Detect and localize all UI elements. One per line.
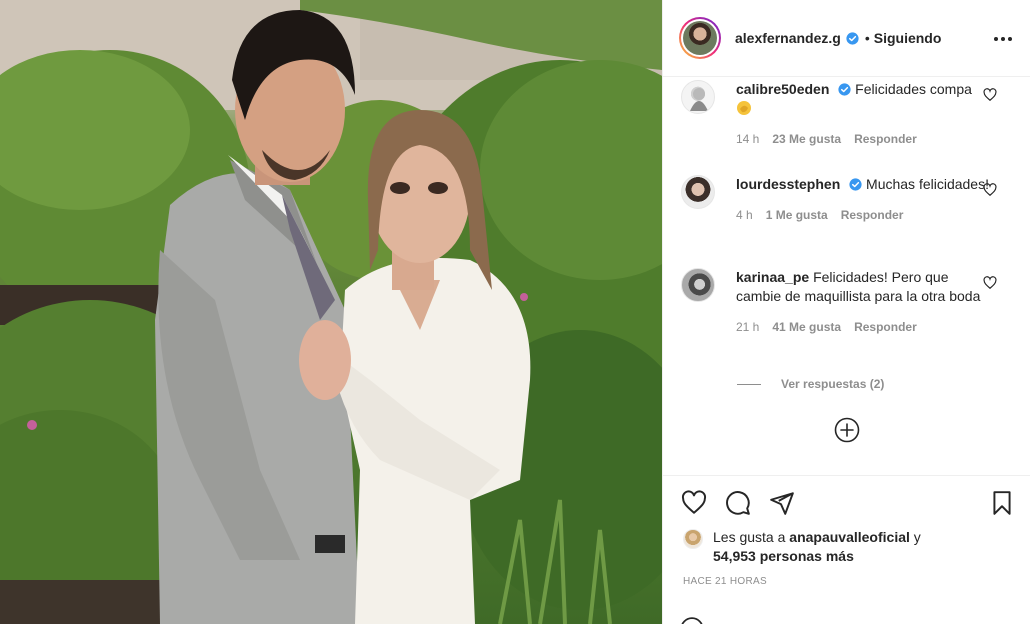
comment-likes[interactable]: 23 Me gusta [772, 130, 841, 149]
likes-prefix: Les gusta a [713, 529, 786, 545]
liker-username[interactable]: anapauvalleoficial [789, 529, 910, 545]
liker-avatar[interactable] [683, 529, 703, 549]
post-timestamp[interactable]: HACE 21 HORAS [683, 576, 767, 587]
comment-time: 21 h [736, 320, 760, 334]
view-replies-label: Ver respuestas (2) [781, 377, 885, 391]
clapping-hands-emoji-icon [737, 101, 751, 115]
post-actions: Les gusta a anapauvalleoficial y 54,953 … [663, 475, 1030, 624]
likes-others-link[interactable]: 54,953 personas más [713, 548, 854, 564]
likes-summary: Les gusta a anapauvalleoficial y 54,953 … [683, 528, 1013, 566]
comment-time: 4 h [736, 208, 753, 222]
comment-username[interactable]: lourdesstephen [736, 176, 840, 192]
comment-text: Muchas felicidades! [866, 176, 989, 192]
verified-badge-icon [838, 83, 851, 96]
like-comment-heart-icon[interactable] [983, 276, 997, 290]
post-header: alexfernandez.g • Siguiendo [663, 0, 1030, 77]
post-side-panel: alexfernandez.g • Siguiendo calibre50ede… [662, 0, 1030, 624]
comment-bubble-icon[interactable] [725, 490, 751, 516]
commenter-avatar[interactable] [681, 268, 715, 302]
commenter-avatar[interactable] [681, 175, 715, 209]
like-comment-heart-icon[interactable] [983, 88, 997, 102]
reply-button[interactable]: Responder [854, 130, 917, 149]
following-button[interactable]: Siguiendo [874, 30, 942, 46]
reply-button[interactable]: Responder [841, 206, 904, 225]
author-username[interactable]: alexfernandez.g [735, 30, 841, 46]
emoji-smiley-icon[interactable] [679, 616, 705, 624]
comment-likes[interactable]: 41 Me gusta [772, 318, 841, 337]
comment-username[interactable]: karinaa_pe [736, 269, 809, 285]
comment-text: Felicidades compa [855, 81, 972, 97]
comments-list[interactable]: calibre50eden Felicidades compa 14 h 23 … [663, 77, 1030, 475]
like-heart-icon[interactable] [681, 490, 707, 516]
like-comment-heart-icon[interactable] [983, 183, 997, 197]
comment-time: 14 h [736, 132, 760, 146]
likes-connector: y [913, 529, 921, 545]
view-replies-button[interactable]: Ver respuestas (2) [737, 377, 884, 391]
more-options-icon[interactable] [991, 27, 1015, 51]
comment-username[interactable]: calibre50eden [736, 81, 829, 97]
load-more-comments-plus-icon[interactable] [834, 417, 860, 443]
couple-photo-illustration [0, 0, 662, 624]
verified-badge-icon [849, 178, 862, 191]
verified-badge-icon [846, 31, 859, 45]
reply-button[interactable]: Responder [854, 318, 917, 337]
replies-divider [737, 383, 761, 385]
header-separator: • [864, 30, 870, 46]
post-photo[interactable] [0, 0, 662, 624]
author-avatar[interactable] [679, 17, 721, 59]
save-bookmark-icon[interactable] [989, 490, 1015, 516]
commenter-avatar[interactable] [681, 80, 715, 114]
share-paper-plane-icon[interactable] [769, 490, 795, 516]
comment-likes[interactable]: 1 Me gusta [766, 206, 828, 225]
